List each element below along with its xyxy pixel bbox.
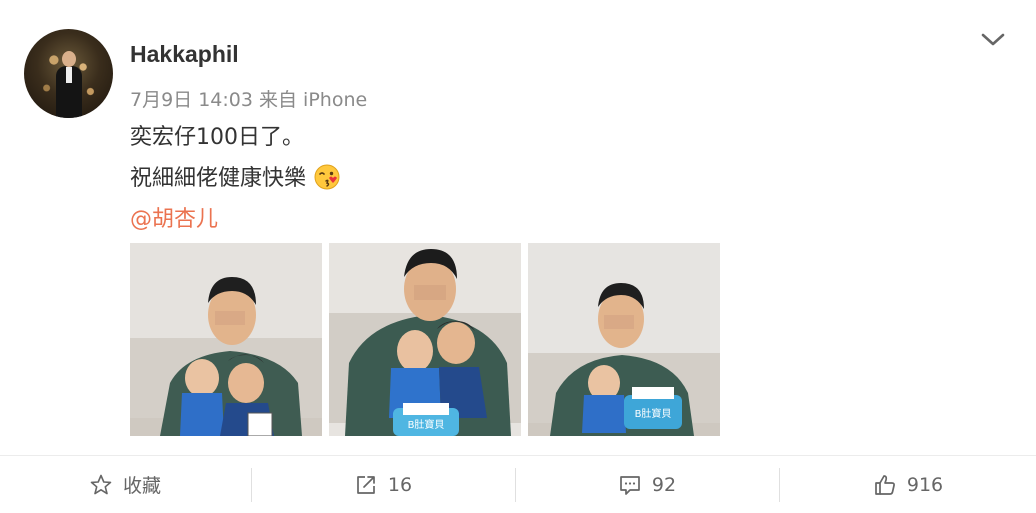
star-icon xyxy=(90,474,112,494)
post-text-line-2-text: 祝細細佬健康快樂 xyxy=(130,166,307,191)
thumbs-up-icon xyxy=(875,474,895,495)
comment-button[interactable]: 92 xyxy=(516,456,778,513)
comment-count: 92 xyxy=(651,473,677,496)
photo-thumbnail-3[interactable]: B肚寶貝 xyxy=(528,243,720,436)
avatar-head xyxy=(62,51,76,67)
repost-button[interactable]: 16 xyxy=(252,456,514,513)
avatar-shirt xyxy=(66,67,72,83)
username[interactable]: Hakkaphil xyxy=(130,41,239,68)
photo-thumbnail-2[interactable]: B肚寶貝 xyxy=(329,243,521,436)
like-count: 916 xyxy=(906,473,944,496)
chevron-down-icon[interactable] xyxy=(980,30,1006,48)
comment-icon xyxy=(620,475,640,495)
photo-3-image: B肚寶貝 xyxy=(528,243,720,436)
favorite-label: 收藏 xyxy=(122,475,161,497)
favorite-button[interactable]: 收藏 xyxy=(0,456,250,513)
post-toolbar: 收藏 16 92 916 xyxy=(0,456,1036,513)
like-button[interactable]: 916 xyxy=(780,456,1036,513)
photo-1-image xyxy=(130,243,322,436)
repost-icon xyxy=(357,475,375,494)
post-text-line-1: 奕宏仔100日了。 xyxy=(130,125,304,150)
photo-2-cake-text: B肚寶貝 xyxy=(408,418,445,431)
mention-link[interactable]: @胡杏儿 xyxy=(130,201,218,233)
kiss-wink-emoji-icon xyxy=(314,164,340,190)
post-text-line-2: 祝細細佬健康快樂 xyxy=(130,160,340,192)
photo-thumbnail-1[interactable] xyxy=(130,243,322,436)
post-meta[interactable]: 7月9日 14:03 来自 iPhone xyxy=(130,85,367,112)
photo-3-cake-text: B肚寶貝 xyxy=(635,407,672,420)
repost-count: 16 xyxy=(387,473,413,496)
avatar[interactable] xyxy=(24,29,113,118)
photo-2-image: B肚寶貝 xyxy=(329,243,521,436)
